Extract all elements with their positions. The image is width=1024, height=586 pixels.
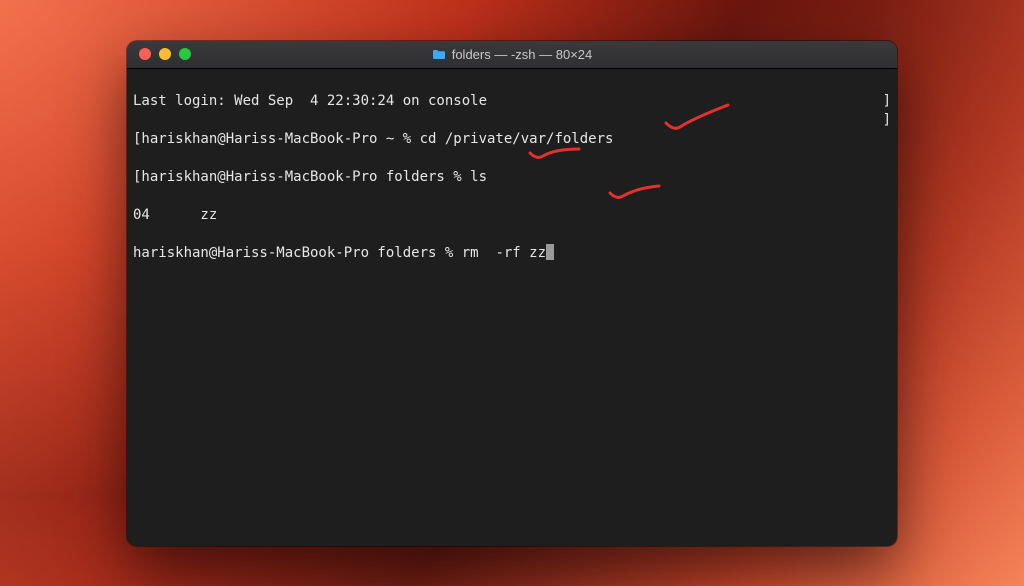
window-title: folders — -zsh — 80×24	[127, 47, 897, 62]
command-1: cd /private/var/folders	[420, 131, 614, 147]
prompt-line-2: [hariskhan@Hariss-MacBook-Pro folders % …	[133, 168, 891, 187]
prompt-3: hariskhan@Hariss-MacBook-Pro folders %	[133, 245, 462, 261]
titlebar[interactable]: folders — -zsh — 80×24	[127, 41, 897, 69]
terminal-output[interactable]: Last login: Wed Sep 4 22:30:24 on consol…	[127, 69, 897, 546]
checkmark-annotation-3	[607, 143, 663, 241]
folder-icon	[432, 49, 446, 60]
ls-output-line: 04 zz	[133, 206, 891, 225]
checkmark-annotation-1	[662, 69, 732, 175]
window-title-text: folders — -zsh — 80×24	[452, 47, 593, 62]
checkmark-annotation-2	[527, 105, 583, 201]
terminal-window: folders — -zsh — 80×24 Last login: Wed S…	[127, 41, 897, 546]
command-3: rm -rf zz	[462, 245, 546, 261]
cursor-icon	[546, 244, 554, 260]
command-2: ls	[470, 169, 487, 185]
prompt-1: [hariskhan@Hariss-MacBook-Pro ~ %	[133, 131, 420, 147]
bracket-right-1: ]	[883, 92, 891, 111]
bracket-right-2: ]	[883, 111, 891, 130]
prompt-line-1: [hariskhan@Hariss-MacBook-Pro ~ % cd /pr…	[133, 130, 891, 149]
minimize-icon[interactable]	[159, 48, 171, 60]
close-icon[interactable]	[139, 48, 151, 60]
prompt-line-3: hariskhan@Hariss-MacBook-Pro folders % r…	[133, 244, 891, 263]
last-login-line: Last login: Wed Sep 4 22:30:24 on consol…	[133, 92, 891, 111]
maximize-icon[interactable]	[179, 48, 191, 60]
prompt-2: [hariskhan@Hariss-MacBook-Pro folders %	[133, 169, 470, 185]
traffic-lights	[127, 48, 191, 60]
